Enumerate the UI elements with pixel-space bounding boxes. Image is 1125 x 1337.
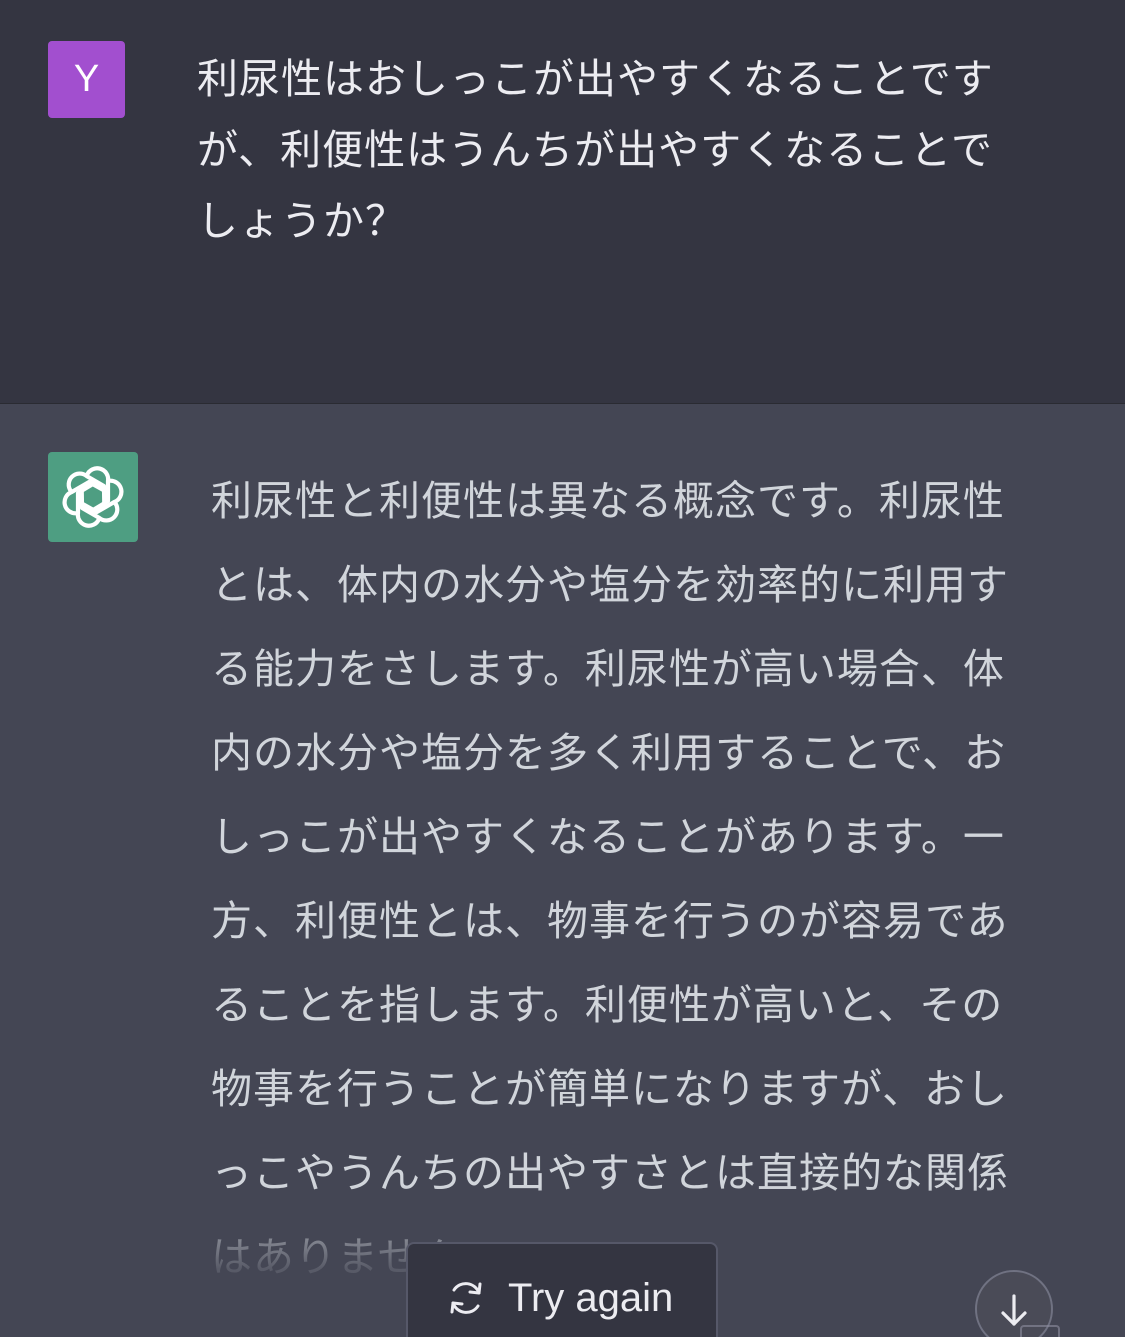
user-message-text: 利尿性はおしっこが出やすくなることです が、利便性はうんちが出やすくなることで …: [197, 55, 994, 245]
try-again-button[interactable]: Try again: [406, 1242, 718, 1337]
try-again-label: Try again: [508, 1276, 674, 1320]
refresh-icon: [450, 1282, 482, 1314]
user-avatar: Y: [48, 41, 125, 118]
assistant-avatar: [48, 452, 138, 542]
assistant-message: 利尿性と利便性は異なる概念です。利尿性 とは、体内の水分や塩分を効率的に利用す …: [0, 404, 1125, 1337]
openai-logo-icon: [62, 466, 124, 528]
copy-icon[interactable]: [1020, 1325, 1060, 1337]
chat-page: Y 利尿性はおしっこが出やすくなることです が、利便性はうんちが出やすくなること…: [0, 0, 1125, 1337]
assistant-message-text: 利尿性と利便性は異なる概念です。利尿性 とは、体内の水分や塩分を効率的に利用す …: [211, 477, 1009, 1281]
user-message: Y 利尿性はおしっこが出やすくなることです が、利便性はうんちが出やすくなること…: [0, 0, 1125, 404]
